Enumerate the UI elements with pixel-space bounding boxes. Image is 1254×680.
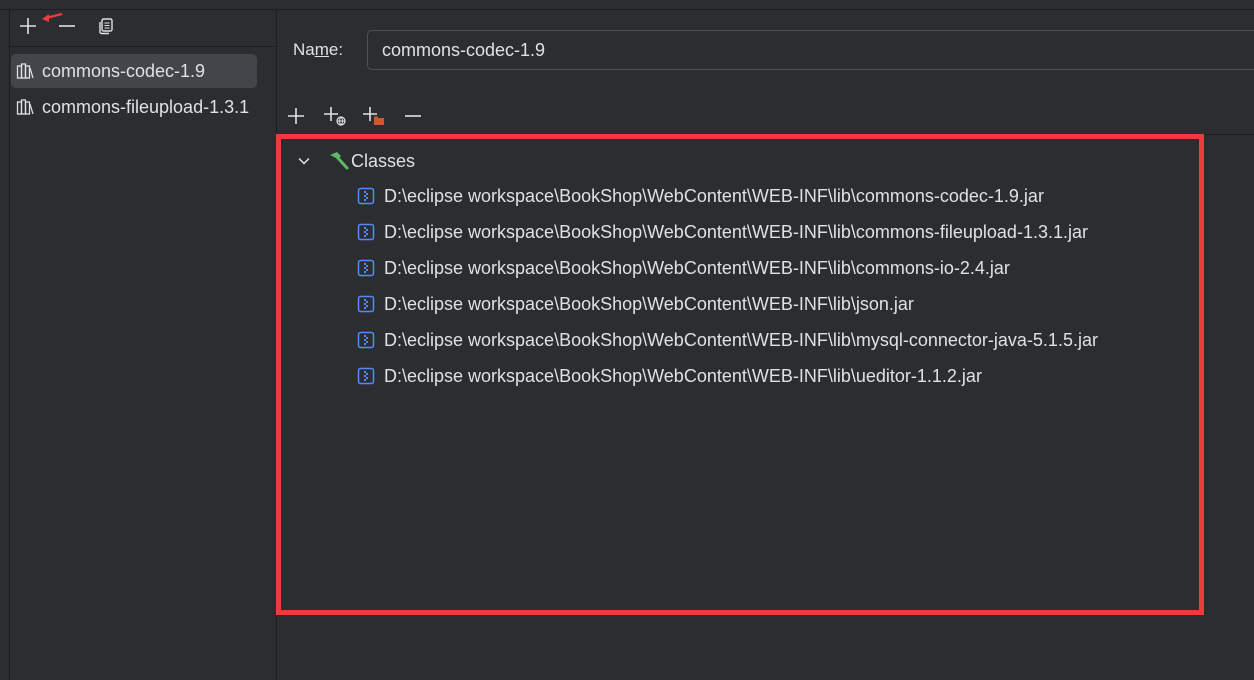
plus-icon [286,106,306,131]
jar-file-icon [357,331,375,349]
library-details-panel: Name: commons-codec-1.9 Classes D:\eclip… [277,10,1254,680]
library-list-panel: commons-codec-1.9 commons-fileupload-1.3… [9,10,277,680]
add-url-icon [323,105,347,132]
jar-path-label: D:\eclipse workspace\BookShop\WebContent… [384,221,1088,242]
tree-jar-entry[interactable]: D:\eclipse workspace\BookShop\WebContent… [357,253,1010,283]
library-item-label: commons-codec-1.9 [42,60,206,81]
library-name-input[interactable] [367,30,1254,70]
project-structure-libraries: commons-codec-1.9 commons-fileupload-1.3… [0,0,1254,680]
jar-file-icon [357,295,375,313]
roots-toolbar [277,102,1254,135]
tree-jar-entry[interactable]: D:\eclipse workspace\BookShop\WebContent… [357,181,1044,211]
hammer-icon [327,151,351,171]
chevron-down-icon[interactable] [297,154,317,168]
library-icon [16,98,38,116]
plus-icon [18,16,38,41]
add-root-button[interactable] [282,104,310,132]
library-item-label: commons-fileupload-1.3.1 [42,96,250,117]
top-divider [0,0,1254,10]
tree-jar-entry[interactable]: D:\eclipse workspace\BookShop\WebContent… [357,361,982,391]
tree-node-label: Classes [351,150,416,171]
add-library-button[interactable] [16,16,40,40]
name-label: Name: [293,40,344,59]
copy-library-button[interactable] [94,16,118,40]
library-item-commons-fileupload[interactable]: commons-fileupload-1.3.1 [11,90,257,124]
tree-node-classes[interactable]: Classes [297,145,415,177]
jar-file-icon [357,259,375,277]
jar-path-label: D:\eclipse workspace\BookShop\WebContent… [384,293,914,314]
jar-path-label: D:\eclipse workspace\BookShop\WebContent… [384,365,982,386]
remove-library-button[interactable] [55,16,79,40]
jar-file-icon [357,187,375,205]
library-item-commons-codec[interactable]: commons-codec-1.9 [11,54,257,88]
jar-path-label: D:\eclipse workspace\BookShop\WebContent… [384,329,1098,350]
add-folder-root-button[interactable] [360,104,388,132]
tree-jar-entry[interactable]: D:\eclipse workspace\BookShop\WebContent… [357,325,1098,355]
tree-jar-entry[interactable]: D:\eclipse workspace\BookShop\WebContent… [357,217,1088,247]
remove-root-button[interactable] [399,104,427,132]
jar-path-label: D:\eclipse workspace\BookShop\WebContent… [384,185,1044,206]
copy-icon [96,16,116,41]
library-roots-tree: Classes D:\eclipse workspace\BookShop\We… [277,135,1254,680]
library-icon [16,62,38,80]
add-folder-icon [362,105,386,132]
library-list-toolbar [10,10,276,47]
jar-file-icon [357,367,375,385]
jar-path-label: D:\eclipse workspace\BookShop\WebContent… [384,257,1010,278]
add-url-root-button[interactable] [321,104,349,132]
minus-icon [403,106,423,131]
minus-icon [57,16,77,41]
jar-file-icon [357,223,375,241]
tree-jar-entry[interactable]: D:\eclipse workspace\BookShop\WebContent… [357,289,914,319]
